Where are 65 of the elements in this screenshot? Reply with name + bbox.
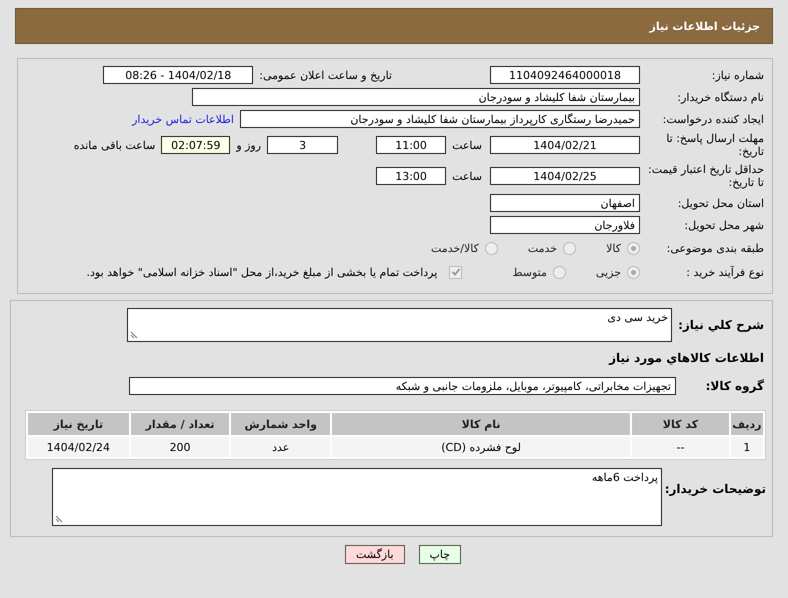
text-field[interactable]: 13:00	[376, 167, 446, 185]
text-field[interactable]: فلاورجان	[490, 216, 640, 234]
text-field[interactable]: 1404/02/25	[490, 167, 640, 185]
text-field[interactable]: 3	[267, 136, 338, 154]
section-heading: اطلاعات کالاهاي مورد نياز	[609, 351, 765, 365]
option-label: متوسط	[512, 266, 547, 278]
resize-grip-icon[interactable]	[55, 515, 63, 523]
text-field[interactable]: 1404/02/18 - 08:26	[103, 66, 254, 84]
field-label: نوع فرآیند خرید :	[685, 266, 765, 278]
table-cell: 1404/02/24	[28, 437, 129, 457]
field-label: شهر محل تحویل:	[683, 218, 765, 232]
page-header: جزئیات اطلاعات نیاز	[15, 8, 773, 44]
text-field[interactable]: 11:00	[376, 136, 446, 154]
option-label: خدمت	[528, 242, 558, 254]
field-label: حداقل تاریخ اعتبار قیمت: تا تاریخ:	[647, 163, 765, 189]
text-field[interactable]: 1404/02/21	[490, 136, 640, 154]
text-area[interactable]: پرداخت 6ماهه	[52, 468, 662, 526]
back-button[interactable]: بازگشت	[344, 545, 405, 564]
column-header: کد کالا	[632, 413, 729, 435]
field-label: ساعت باقی مانده	[74, 138, 156, 152]
text-area[interactable]: خرید سی دی	[127, 308, 672, 342]
table-cell: عدد	[231, 437, 330, 457]
checkbox[interactable]	[449, 266, 462, 278]
field-label: شرح کلي نياز:	[677, 318, 765, 332]
text-field[interactable]: 02:07:59	[161, 136, 230, 154]
table-cell: --	[632, 437, 729, 457]
field-label: نام دستگاه خریدار:	[676, 90, 765, 104]
column-header: تاریخ نیاز	[28, 413, 129, 435]
column-header: ردیف	[730, 413, 763, 435]
radio-button[interactable]	[563, 242, 576, 254]
option-label: کالا/خدمت	[431, 242, 479, 254]
radio-button[interactable]	[484, 242, 498, 254]
checkbox-label: پرداخت تمام یا بخشی از مبلغ خرید،از محل "اسناد خزانه اسلامی" خواهد بود.	[86, 266, 438, 278]
field-label: ساعت	[452, 138, 482, 152]
resize-grip-icon[interactable]	[130, 331, 138, 339]
field-label: روز و	[236, 138, 262, 152]
field-label: استان محل تحویل:	[676, 196, 765, 210]
table-cell: 1	[730, 437, 763, 457]
option-label: جزیی	[596, 266, 621, 278]
text-field[interactable]: بیمارستان شفا کلیشاد و سودرجان	[192, 88, 640, 106]
table-cell: 200	[130, 437, 230, 457]
text-field[interactable]: تجهیزات مخابراتی، کامپیوتر، موبایل، ملزومات جانبی و شبکه	[129, 377, 676, 395]
text-area-value: خرید سی دی	[607, 311, 668, 324]
buyer-contact-link[interactable]: اطلاعات تماس خریدار	[132, 112, 234, 126]
radio-button[interactable]	[552, 266, 566, 278]
option-label: کالا	[606, 242, 621, 254]
field-label: ساعت	[452, 170, 482, 182]
text-field[interactable]: اصفهان	[490, 194, 640, 212]
radio-button[interactable]	[627, 242, 640, 254]
radio-button[interactable]	[627, 266, 640, 278]
text-field[interactable]: حمیدرضا رستگاری کارپرداز بیمارستان شفا کلیشاد و سودرجان	[240, 110, 640, 128]
field-label: ایجاد کننده درخواست:	[662, 112, 765, 126]
table-cell: لوح فشرده (CD)	[332, 437, 630, 457]
print-button[interactable]: چاپ	[418, 545, 462, 564]
field-label: طبقه بندی موضوعی:	[666, 242, 765, 254]
field-label: توضیحات خریدار:	[664, 482, 767, 496]
field-label: گروه کالا:	[704, 379, 765, 393]
column-header: واحد شمارش	[231, 413, 330, 435]
field-label: تاریخ و ساعت اعلان عمومی:	[259, 68, 392, 82]
field-label: مهلت ارسال پاسخ: تا تاریخ:	[665, 132, 765, 158]
text-area-value: پرداخت 6ماهه	[592, 471, 658, 484]
column-header: تعداد / مقدار	[130, 413, 230, 435]
text-field[interactable]: 1104092464000018	[490, 66, 640, 84]
field-label: شماره نیاز:	[710, 68, 765, 82]
column-header: نام کالا	[332, 413, 630, 435]
